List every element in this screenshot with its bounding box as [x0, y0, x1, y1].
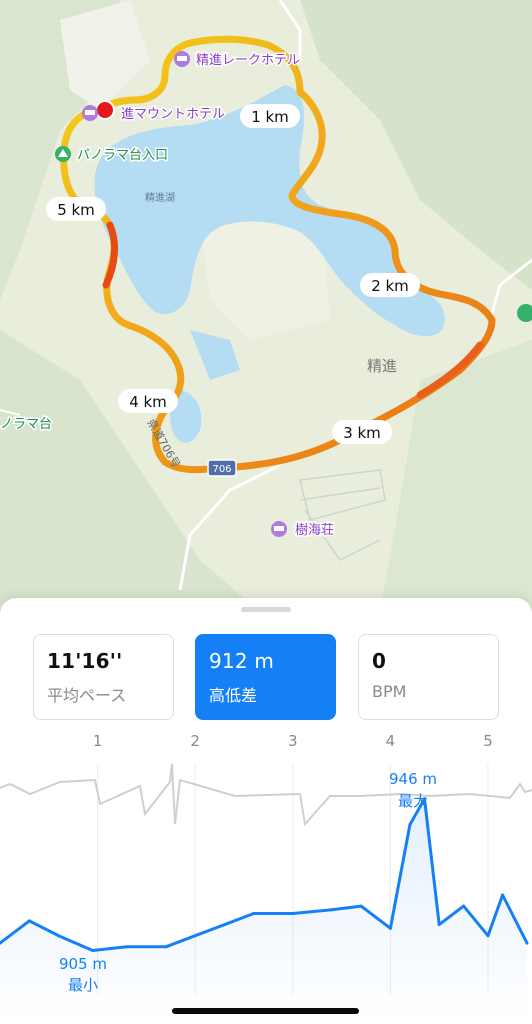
- elevation-point: [330, 908, 334, 912]
- elevation-point: [223, 923, 226, 927]
- x-tick-label: 3: [288, 732, 298, 750]
- route-badge: 706: [207, 459, 237, 477]
- hotel-icon: [82, 105, 98, 121]
- activity-stats-sheet[interactable]: 11'16'' 平均ペース 912 m 高低差 0 BPM 1 2 3 4 5 946 …: [0, 598, 532, 1024]
- poi-label: 樹海荘: [295, 523, 334, 538]
- km-marker: 2 km: [360, 273, 420, 297]
- elevation-point: [91, 949, 95, 952]
- poi-label: 精進レークホテル: [196, 53, 300, 68]
- lake-label: 精進湖: [145, 191, 175, 204]
- start-marker: [95, 100, 115, 120]
- poi-label: 進マウントホテル: [121, 107, 225, 122]
- elevation-point: [164, 945, 168, 949]
- x-tick-label: 4: [386, 732, 396, 750]
- elevation-label: 高低差: [209, 686, 258, 705]
- x-tick-label: 2: [190, 732, 200, 750]
- hotel-icon: [271, 521, 287, 537]
- km-marker-label: 4 km: [129, 393, 167, 411]
- max-sub-label: 最大: [398, 792, 428, 810]
- poi-label: ノラマ台: [0, 417, 52, 432]
- elevation-point: [462, 904, 466, 908]
- pace-label: 平均ペース: [47, 686, 127, 705]
- km-marker-label: 2 km: [371, 277, 409, 295]
- trailhead-icon: [55, 146, 71, 162]
- elevation-point: [27, 919, 31, 923]
- route-badge-text: 706: [212, 464, 231, 475]
- elevation-point: [437, 923, 441, 927]
- max-value-label: 946 m: [389, 770, 437, 788]
- route-map[interactable]: 精進レークホテル 進マウントホテル パノラマ台入口 ノラマ台 樹海荘 精進湖 精…: [0, 0, 532, 612]
- pace-value: 11'16'': [47, 649, 123, 673]
- km-marker: 4 km: [118, 389, 178, 413]
- sheet-grabber[interactable]: [241, 607, 291, 612]
- elevation-point: [57, 934, 61, 938]
- elevation-point: [501, 893, 505, 897]
- min-value-label: 905 m: [59, 955, 107, 973]
- elevation-point: [252, 912, 256, 915]
- elevation-point: [408, 823, 412, 827]
- elevation-point: [359, 904, 363, 908]
- elevation-point: [291, 912, 295, 915]
- heart-rate-card[interactable]: 0 BPM: [358, 634, 499, 720]
- km-marker-label: 5 km: [57, 201, 95, 219]
- elevation-chart[interactable]: 1 2 3 4 5 946 m 最大 905 m 最小: [0, 724, 532, 1024]
- elevation-point: [193, 934, 197, 938]
- km-marker: 3 km: [332, 420, 392, 444]
- area-label: 精進: [367, 357, 397, 375]
- elevation-value: 912 m: [209, 649, 275, 673]
- elevation-point: [525, 941, 529, 945]
- elevation-point: [388, 926, 392, 930]
- km-marker-label: 1 km: [251, 108, 289, 126]
- heart-rate-value: 0: [372, 649, 387, 673]
- elevation-point: [486, 934, 490, 938]
- km-marker-label: 3 km: [343, 424, 381, 442]
- x-tick-label: 1: [93, 732, 103, 750]
- pace-background-trace: [0, 763, 532, 827]
- km-marker: 1 km: [240, 104, 300, 128]
- home-indicator[interactable]: [172, 1008, 359, 1014]
- pace-card[interactable]: 11'16'' 平均ペース: [33, 634, 174, 720]
- min-sub-label: 最小: [68, 976, 98, 994]
- elevation-point: [125, 945, 129, 949]
- x-tick-label: 5: [483, 732, 493, 750]
- km-marker: 5 km: [46, 197, 106, 221]
- poi-label: パノラマ台入口: [77, 148, 168, 163]
- heart-rate-label: BPM: [372, 682, 407, 701]
- hotel-icon: [174, 51, 190, 67]
- elevation-card[interactable]: 912 m 高低差: [195, 634, 336, 720]
